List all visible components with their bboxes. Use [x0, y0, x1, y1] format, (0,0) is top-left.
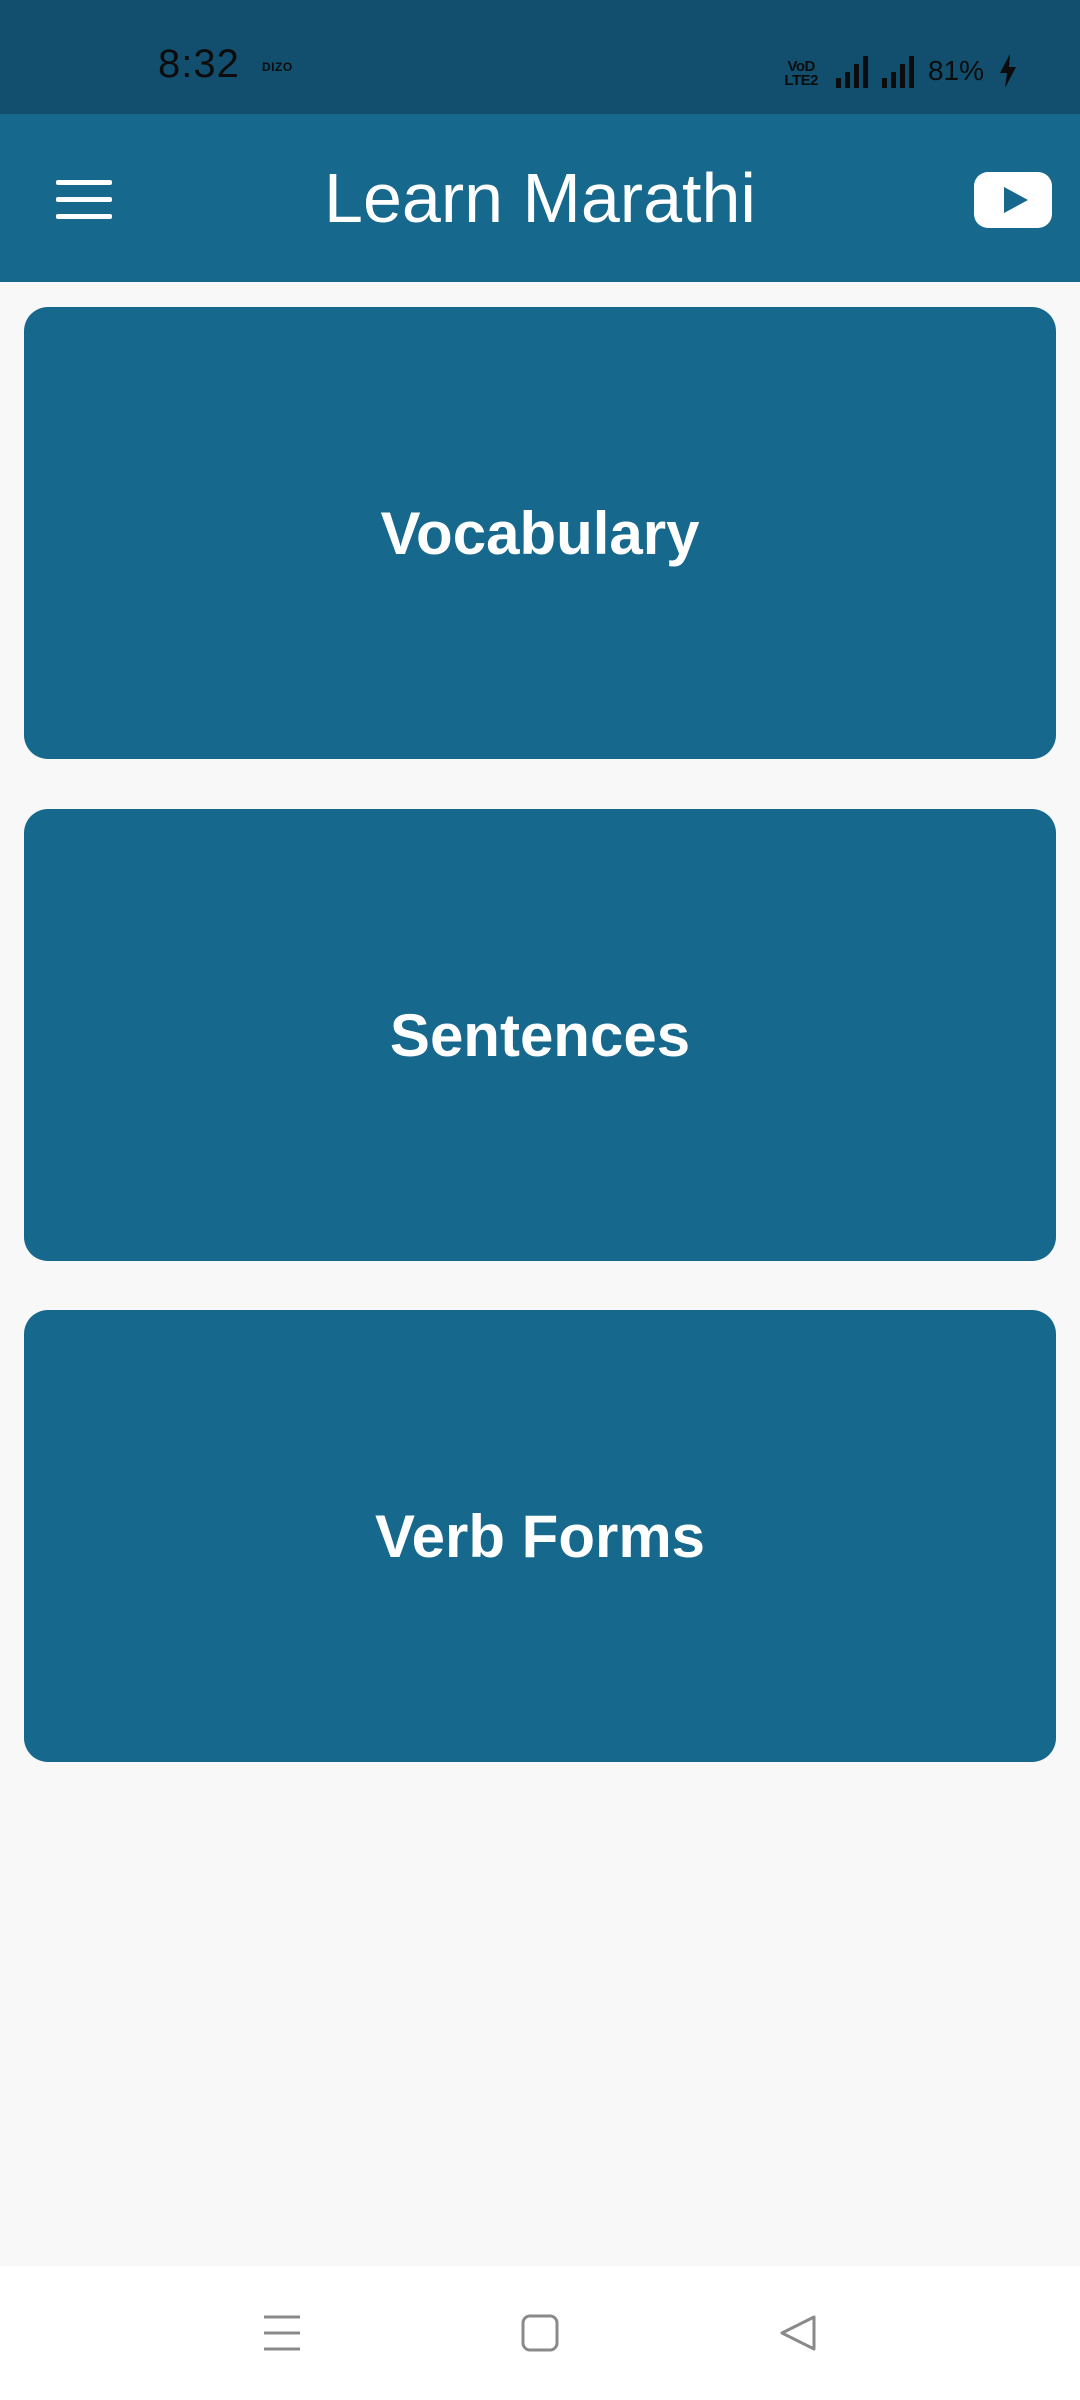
signal-icon-sim2 — [881, 54, 914, 88]
volte-bottom-text: LTE2 — [784, 72, 818, 89]
recents-icon — [264, 2315, 300, 2351]
signal-icon-sim1 — [835, 54, 868, 88]
recents-button[interactable] — [222, 2266, 342, 2400]
verb-forms-card-label: Verb Forms — [374, 1502, 706, 1570]
home-icon — [521, 2314, 559, 2352]
app-title: Learn Marathi — [324, 159, 756, 237]
back-button[interactable] — [738, 2266, 858, 2400]
back-icon — [780, 2315, 816, 2351]
app-bar: Learn Marathi — [0, 114, 1080, 282]
volte-icon: VoD LTE2 — [784, 59, 818, 89]
verb-forms-card[interactable]: Verb Forms — [24, 1310, 1056, 1762]
status-brand: DIZO — [262, 60, 293, 74]
system-nav-bar — [0, 2266, 1080, 2400]
vocabulary-card-label: Vocabulary — [380, 499, 700, 567]
home-button[interactable] — [480, 2266, 600, 2400]
status-icons: VoD LTE2 81% — [784, 48, 1018, 88]
battery-percentage: 81% — [927, 55, 984, 86]
status-time: 8:32 — [158, 42, 240, 86]
sentences-card[interactable]: Sentences — [24, 809, 1056, 1261]
youtube-play-icon[interactable] — [974, 172, 1052, 228]
status-bar: 8:32 DIZO VoD LTE2 81% — [0, 0, 1080, 114]
charging-bolt-icon — [1000, 54, 1016, 88]
sentences-card-label: Sentences — [389, 1001, 691, 1069]
vocabulary-card[interactable]: Vocabulary — [24, 307, 1056, 759]
